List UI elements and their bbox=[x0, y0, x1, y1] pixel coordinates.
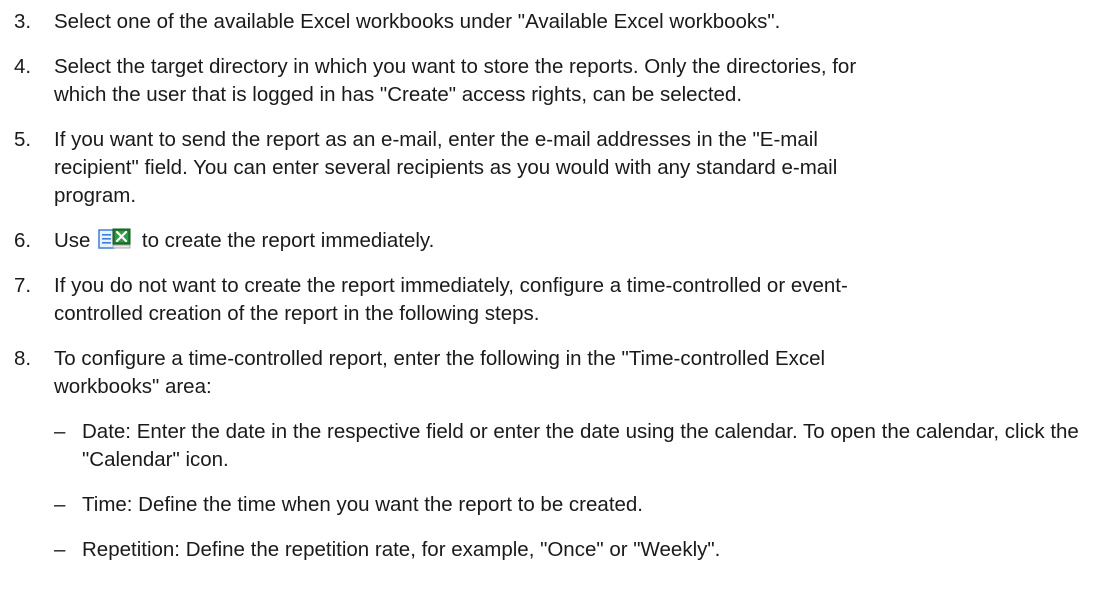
sub-item-text: Repetition: Define the repetition rate, … bbox=[82, 538, 721, 561]
step-8: 8. To configure a time-controlled report… bbox=[14, 345, 1077, 401]
step-number: 6. bbox=[14, 229, 32, 252]
excel-report-icon[interactable] bbox=[98, 228, 132, 250]
step-number: 5. bbox=[14, 128, 32, 151]
sub-item-text: Time: Define the time when you want the … bbox=[82, 493, 644, 516]
instruction-document: 3. Select one of the available Excel wor… bbox=[0, 0, 1117, 610]
step-text: If you do not want to create the report … bbox=[54, 274, 848, 297]
step-5: 5. If you want to send the report as an … bbox=[14, 126, 1077, 210]
step-text: To configure a time-controlled report, e… bbox=[54, 347, 826, 370]
sub-item-date: – Date: Enter the date in the respective… bbox=[14, 418, 1097, 474]
step-6: 6. Use to create the report immediately. bbox=[14, 227, 1077, 255]
step-7: 7. If you do not want to create the repo… bbox=[14, 272, 1077, 328]
step-4: 4. Select the target directory in which … bbox=[14, 53, 1077, 109]
step-text: If you want to send the report as an e-m… bbox=[54, 128, 818, 151]
sub-item-time: – Time: Define the time when you want th… bbox=[14, 491, 1097, 519]
step-text: which the user that is logged in has "Cr… bbox=[54, 83, 743, 106]
dash-bullet: – bbox=[54, 538, 66, 561]
dash-bullet: – bbox=[54, 420, 66, 443]
step-text: Select one of the available Excel workbo… bbox=[54, 10, 781, 33]
step-text: controlled creation of the report in the… bbox=[54, 302, 540, 325]
step-text-after-icon: to create the report immediately. bbox=[141, 229, 435, 252]
sub-item-repetition: – Repetition: Define the repetition rate… bbox=[14, 536, 1097, 564]
step-text: program. bbox=[54, 184, 137, 207]
step-text: recipient" field. You can enter several … bbox=[54, 156, 838, 179]
step-text: workbooks" area: bbox=[54, 375, 212, 398]
excel-report-icon-graphic bbox=[98, 228, 131, 249]
step-number: 3. bbox=[14, 10, 32, 33]
step-number: 4. bbox=[14, 55, 32, 78]
step-number: 8. bbox=[14, 347, 32, 370]
step-text: Use to create the report immediately. bbox=[54, 227, 1077, 255]
sub-item-text: Date: Enter the date in the respective f… bbox=[82, 420, 876, 443]
dash-bullet: – bbox=[54, 493, 66, 516]
step-text-before-icon: Use bbox=[54, 229, 91, 252]
step-number: 7. bbox=[14, 274, 32, 297]
step-text: Select the target directory in which you… bbox=[54, 55, 857, 78]
step-3: 3. Select one of the available Excel wor… bbox=[14, 8, 1077, 36]
